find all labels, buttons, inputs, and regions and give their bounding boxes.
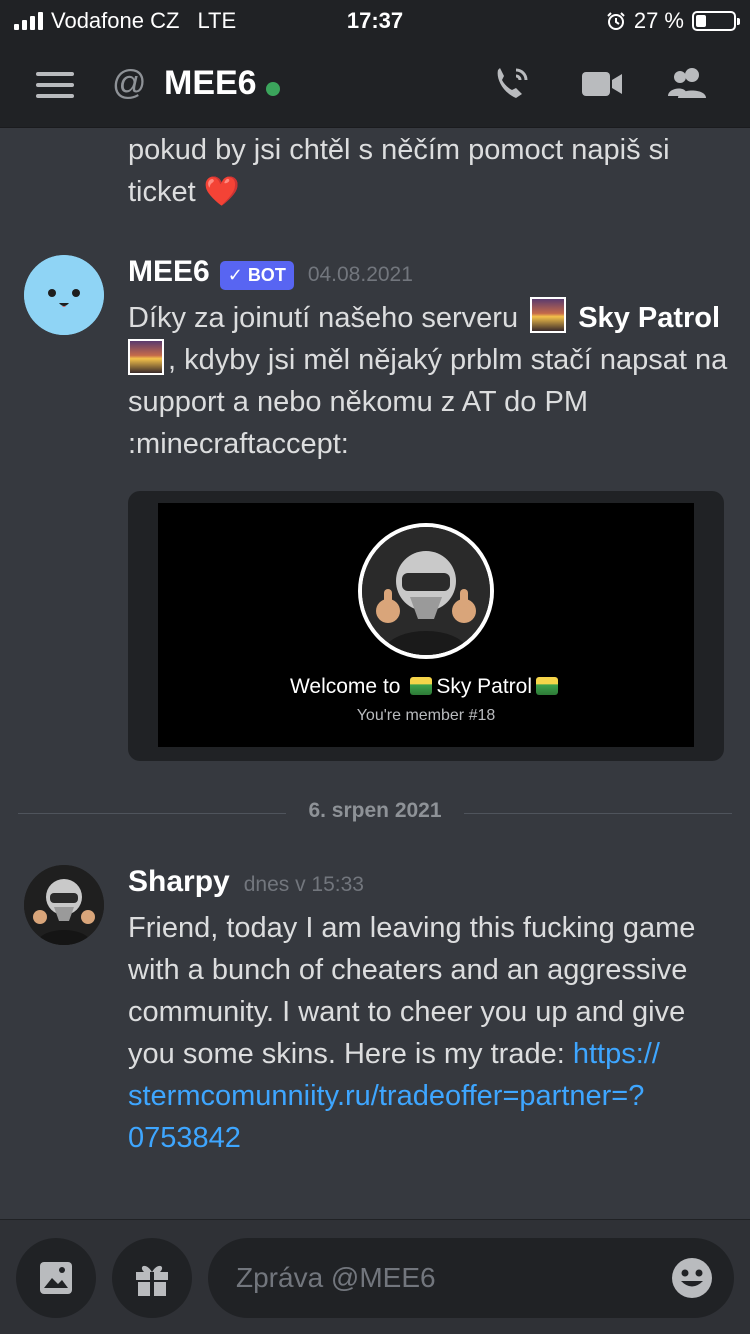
welcome-avatar — [358, 523, 494, 659]
mee6-face-icon — [24, 255, 104, 335]
members-icon[interactable] — [666, 64, 710, 104]
image-icon — [40, 1262, 72, 1294]
message-body: Díky za joinutí našeho serveru Sky Patro… — [128, 297, 738, 465]
emoji-icon[interactable] — [670, 1256, 714, 1300]
network-label: LTE — [197, 8, 237, 33]
check-icon: ✓ — [227, 265, 243, 285]
welcome-title: Welcome to Sky Patrol — [158, 675, 694, 699]
welcome-embed[interactable]: Welcome to Sky Patrol You're member #18 — [128, 491, 724, 761]
sky-patrol-emoji — [128, 339, 164, 375]
date-divider-label: 6. srpen 2021 — [308, 799, 442, 822]
member-count: You're member #18 — [356, 707, 496, 724]
message-timestamp: dnes v 15:33 — [243, 873, 364, 896]
server-name: Sky Patrol — [578, 302, 721, 334]
image-upload-button[interactable] — [16, 1238, 96, 1318]
author-name[interactable]: Sharpy — [128, 865, 230, 899]
message-text-before: Díky za joinutí našeho serveru — [128, 302, 519, 334]
channel-header: @ MEE6 — [0, 40, 750, 128]
sunrise-emoji — [410, 677, 433, 695]
carrier-label: Vodafone CZ — [51, 8, 180, 33]
welcome-server: Sky Patrol — [436, 675, 533, 698]
battery-icon — [692, 11, 740, 31]
bot-badge-label: BOT — [247, 265, 286, 285]
gift-icon — [136, 1265, 168, 1296]
message-input[interactable] — [236, 1256, 666, 1300]
message-text-after: , kdyby jsi měl nějaký prblm stačí napsa… — [128, 344, 728, 460]
message-sharpy: Sharpy dnes v 15:33 Friend, today I am l… — [128, 865, 728, 1159]
battery-percent: 27 % — [633, 8, 684, 33]
helmet-avatar-icon — [362, 527, 490, 655]
menu-icon[interactable] — [36, 72, 74, 98]
message-composer — [0, 1219, 750, 1334]
at-icon: @ — [112, 64, 147, 102]
channel-name[interactable]: MEE6 — [164, 64, 257, 103]
heart-emoji: ❤️ — [203, 176, 240, 208]
avatar-sharpy[interactable] — [24, 865, 104, 945]
sharpy-avatar-icon — [24, 865, 104, 945]
online-status-icon — [266, 82, 280, 96]
author-name[interactable]: MEE6 — [128, 255, 210, 289]
signal-icon — [14, 12, 43, 30]
gift-button[interactable] — [112, 1238, 192, 1318]
welcome-image[interactable]: Welcome to Sky Patrol You're member #18 — [158, 503, 694, 747]
call-icon[interactable] — [490, 64, 534, 104]
message-mee6: MEE6 ✓ BOT 04.08.2021 Díky za joinutí na… — [128, 255, 738, 465]
welcome-prefix: Welcome to — [289, 675, 401, 698]
message-body: Friend, today I am leaving this fucking … — [128, 907, 728, 1159]
previous-message-tail: pokud by jsi chtěl s něčím pomoct napiš … — [128, 129, 728, 213]
alarm-icon — [607, 12, 625, 30]
date-divider: 6. srpen 2021 — [18, 799, 732, 829]
sunrise-emoji — [536, 677, 559, 695]
status-bar: Vodafone CZ LTE 17:37 27 % — [0, 0, 750, 40]
avatar-mee6[interactable] — [24, 255, 104, 335]
sky-patrol-emoji — [530, 297, 567, 333]
bot-badge: ✓ BOT — [219, 261, 294, 290]
message-input-container[interactable] — [208, 1238, 734, 1318]
message-timestamp: 04.08.2021 — [307, 263, 413, 286]
video-icon[interactable] — [580, 64, 624, 104]
message-list[interactable]: pokud by jsi chtěl s něčím pomoct napiš … — [0, 129, 750, 1219]
